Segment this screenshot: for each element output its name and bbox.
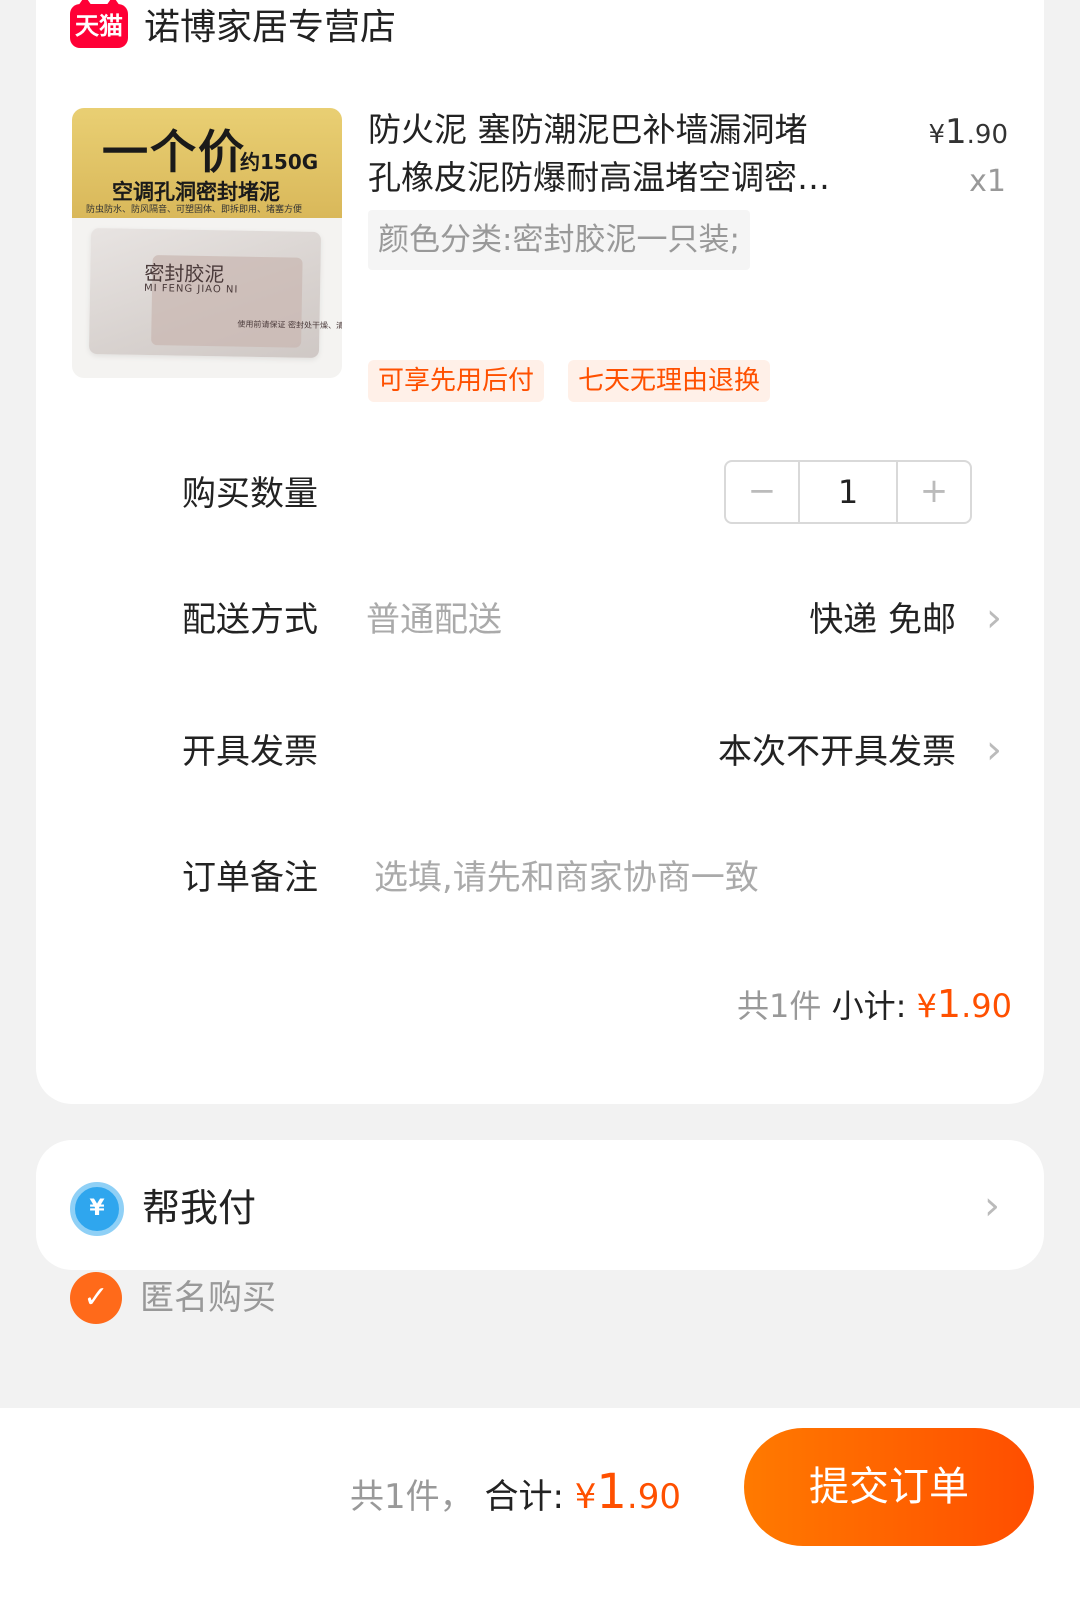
submit-order-button[interactable]: 提交订单 [744, 1428, 1034, 1546]
total: 共1件， 合计: ¥1.90 [350, 1462, 681, 1527]
quantity-value[interactable]: 1 [798, 462, 898, 522]
subtotal-amount: ¥1.90 [916, 982, 1012, 1026]
checkout-bar: 共1件， 合计: ¥1.90 提交订单 [0, 1408, 1080, 1612]
tag-seven-day-return: 七天无理由退换 [568, 360, 771, 402]
product-package-note: 使用前请保证 密封处干燥、清洁 [237, 319, 342, 331]
store-name[interactable]: 诺博家居专营店 [144, 4, 396, 52]
subtotal: 共1件 小计: ¥1.90 [737, 980, 1012, 1030]
subtotal-dec: .90 [961, 987, 1012, 1025]
tag-pay-later: 可享先用后付 [368, 360, 545, 402]
total-amount: ¥1.90 [574, 1464, 681, 1520]
anonymous-checkbox-checked-icon[interactable]: ✓ [70, 1272, 122, 1324]
product-price: ¥1.90 [928, 112, 1008, 152]
subtotal-int: 1 [936, 982, 962, 1026]
product-price-currency: ¥ [928, 120, 945, 150]
product-package: 密封胶泥 MI FENG JIAO NI 使用前请保证 密封处干燥、清洁 [88, 228, 342, 358]
pay-for-me-row[interactable]: ¥ 帮我付 › [36, 1140, 1044, 1270]
yuan-coin-icon: ¥ [70, 1182, 124, 1236]
product-image-banner-features: 防虫防水、防风隔音、可塑固体、即拆即用、堵塞方便 [86, 205, 303, 215]
subtotal-currency: ¥ [916, 987, 937, 1025]
note-input[interactable]: 选填,请先和商家协商一致 [374, 854, 759, 902]
product-title-line1: 防火泥 塞防潮泥巴补墙漏洞堵 [368, 110, 808, 149]
product-quantity: x1 [969, 164, 1006, 199]
delivery-label: 配送方式 [182, 600, 318, 640]
pay-for-me-chevron-right-icon[interactable]: › [984, 1182, 1000, 1230]
subtotal-label: 小计: [831, 987, 907, 1025]
quantity-label: 购买数量 [182, 474, 318, 514]
anonymous-label[interactable]: 匿名购买 [140, 1274, 276, 1322]
product-title-line2: 孔橡皮泥防爆耐高温堵空调密… [368, 158, 830, 197]
quantity-stepper[interactable]: − 1 + [724, 460, 972, 524]
subtotal-count: 共1件 [737, 987, 822, 1025]
total-count: 共1件， [350, 1477, 474, 1517]
product-image-banner-weight: 约150G [240, 150, 319, 174]
total-dec: .90 [626, 1477, 681, 1517]
note-label: 订单备注 [182, 858, 318, 898]
product-image-banner-main: 一个价 [102, 125, 246, 179]
tmall-logo-icon: 天猫 [70, 0, 128, 48]
order-card: 天猫 诺博家居专营店 一个价 约150G 空调孔洞密封堵泥 防虫防水、防风隔音、… [36, 0, 1044, 1104]
quantity-minus-button[interactable]: − [726, 462, 798, 522]
delivery-chevron-right-icon[interactable]: › [986, 594, 1002, 642]
product-price-int: 1 [945, 112, 967, 152]
product-image[interactable]: 一个价 约150G 空调孔洞密封堵泥 防虫防水、防风隔音、可塑固体、即拆即用、堵… [72, 108, 342, 378]
total-int: 1 [596, 1464, 627, 1520]
delivery-value[interactable]: 快递 免邮 [809, 596, 956, 644]
product-title[interactable]: 防火泥 塞防潮泥巴补墙漏洞堵 孔橡皮泥防爆耐高温堵空调密… [368, 106, 858, 202]
product-price-dec: .90 [966, 120, 1008, 150]
quantity-plus-button[interactable]: + [898, 462, 970, 522]
invoice-chevron-right-icon[interactable]: › [986, 726, 1002, 774]
product-sku[interactable]: 颜色分类:密封胶泥一只装; [368, 210, 750, 270]
product-package-pinyin: MI FENG JIAO NI [143, 282, 239, 296]
delivery-method: 普通配送 [366, 600, 502, 640]
total-label: 合计: [484, 1477, 564, 1517]
pay-for-me-label: 帮我付 [142, 1186, 257, 1230]
invoice-label: 开具发票 [182, 732, 318, 772]
invoice-value[interactable]: 本次不开具发票 [718, 728, 956, 776]
total-currency: ¥ [574, 1477, 597, 1517]
